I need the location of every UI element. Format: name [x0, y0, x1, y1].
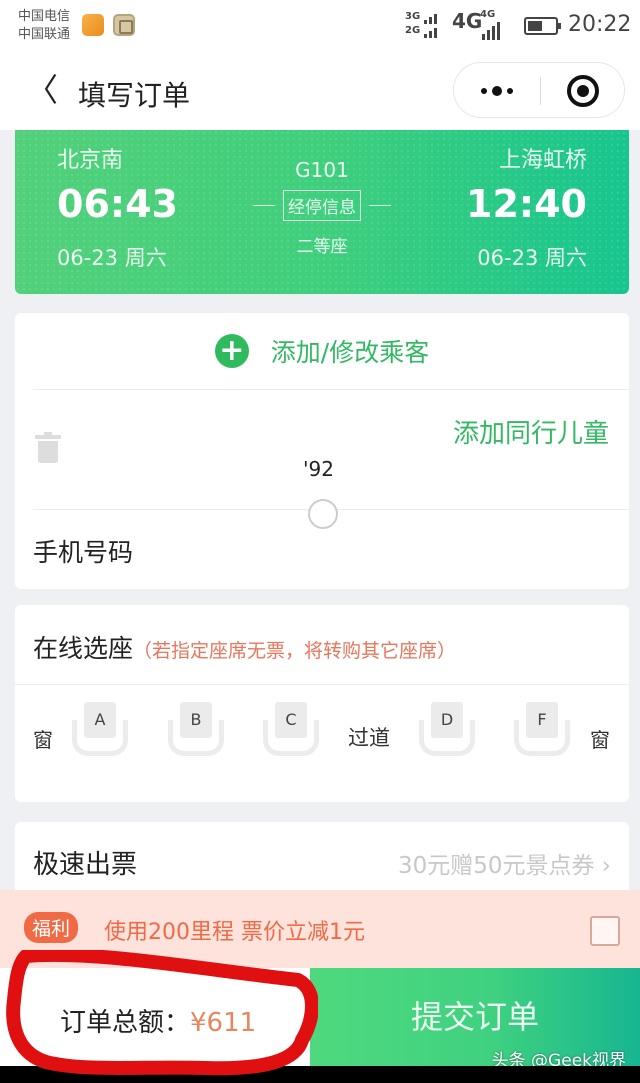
seat-selection-card: 在线选座（若指定座席无票，将转购其它座席） 窗 A B C 过道 D F 窗 [15, 605, 629, 802]
trash-icon[interactable] [35, 432, 61, 465]
floating-circle-handle[interactable] [308, 499, 338, 529]
uc-browser-icon [82, 14, 104, 36]
aisle-label: 过道 [348, 726, 390, 750]
signal-bars-icon [424, 28, 437, 38]
passenger-card: + 添加/修改乘客 '92 添加同行儿童 手机号码 [15, 313, 629, 589]
express-ticket-label: 极速出票 [33, 850, 138, 880]
more-dots-icon[interactable] [454, 63, 540, 119]
express-ticket-offer[interactable]: 30元赠50元景点券 › [398, 846, 611, 880]
seat-selection-note: （若指定座席无票，将转购其它座席） [133, 640, 457, 662]
seat-letter: D [431, 702, 463, 738]
seat-row: 窗 A B C 过道 D F 窗 [15, 702, 629, 772]
welfare-bar: 福利 使用200里程 票价立减1元 [0, 890, 640, 970]
divider [33, 389, 629, 390]
window-label-right: 窗 [590, 728, 610, 752]
phone-label: 手机号码 [33, 538, 134, 567]
window-label-left: 窗 [33, 728, 53, 752]
seat-letter: A [84, 702, 116, 738]
carrier-2: 中国联通 [18, 27, 71, 42]
carrier-1: 中国电信 [18, 9, 71, 24]
divider-line [253, 205, 275, 206]
back-chevron-icon[interactable]: 〈 [26, 72, 58, 108]
express-offer-text: 30元赠50元景点券 [397, 853, 595, 879]
plus-circle-icon: + [214, 334, 249, 368]
close-target-icon[interactable] [540, 63, 626, 119]
net-2g: 2G [405, 25, 421, 36]
net-4g-label: 4G [452, 9, 483, 33]
net-4g-small-label: 4G [480, 9, 496, 20]
signal-4g-bars-icon [482, 22, 500, 40]
divider-line [369, 205, 391, 206]
system-nav-bar [0, 1066, 640, 1083]
seat-c[interactable]: C [263, 702, 319, 762]
add-passenger-button[interactable]: + 添加/修改乘客 [15, 313, 629, 389]
net-3g: 3G [405, 11, 421, 22]
passenger-id: '92 [303, 457, 334, 481]
dual-sim-signal: 3G 2G [405, 10, 420, 38]
order-total-label: 订单总额： [60, 1008, 191, 1038]
arrival-station: 上海虹桥 [498, 148, 587, 173]
seat-letter: B [180, 702, 212, 738]
carrier-names: 中国电信 中国联通 [18, 8, 70, 44]
seat-f[interactable]: F [514, 702, 570, 762]
nav-bar: 〈 填写订单 [0, 52, 640, 130]
seat-d[interactable]: D [419, 702, 475, 762]
battery-icon [524, 17, 561, 35]
chevron-right-icon: › [601, 853, 611, 879]
signal-bars-icon [424, 14, 437, 24]
welfare-text: 使用200里程 票价立减1元 [104, 920, 365, 945]
page-title: 填写订单 [78, 79, 191, 112]
order-total-amount: ¥611 [190, 1008, 257, 1038]
seat-letter: C [275, 702, 307, 738]
seat-b[interactable]: B [168, 702, 224, 762]
seat-letter: F [526, 702, 558, 738]
arrival-time: 12:40 [466, 182, 587, 226]
add-passenger-label: 添加/修改乘客 [270, 338, 430, 367]
seat-a[interactable]: A [72, 702, 128, 762]
seat-selection-title: 在线选座（若指定座席无票，将转购其它座席） [33, 629, 456, 665]
status-bar: 中国电信 中国联通 3G 2G 4G 4G 20:22 [0, 0, 640, 52]
welfare-checkbox[interactable] [590, 916, 620, 946]
train-info-card: 北京南 06:43 06-23 周六 G101 经停信息 二等座 上海虹桥 12… [15, 130, 629, 294]
welfare-badge: 福利 [24, 912, 79, 943]
arrival-date: 06-23 周六 [477, 246, 587, 270]
add-child-button[interactable]: 添加同行儿童 [453, 413, 609, 450]
gallery-icon [113, 14, 135, 36]
miniprogram-capsule [453, 62, 625, 118]
order-total: 订单总额：¥611 [60, 1002, 256, 1039]
clock: 20:22 [568, 12, 632, 37]
divider [15, 684, 629, 685]
stops-info-button[interactable]: 经停信息 [283, 190, 361, 221]
seat-selection-label: 在线选座 [33, 634, 134, 663]
